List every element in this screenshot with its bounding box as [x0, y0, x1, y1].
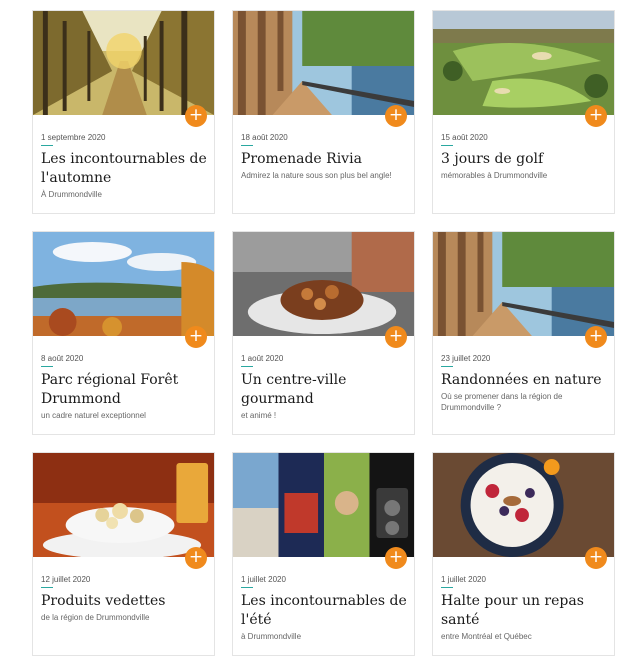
add-plus-icon[interactable]: +	[385, 547, 407, 569]
add-plus-icon[interactable]: +	[185, 105, 207, 127]
card-image-boardwalk[interactable]	[433, 232, 614, 336]
date-underline	[41, 587, 53, 588]
card-image-summer-collage[interactable]	[233, 453, 414, 557]
card-subtitle: Où se promener dans la région de Drummon…	[441, 392, 563, 412]
article-card[interactable]: + 8 août 2020 Parc régional Forêt Drummo…	[32, 231, 215, 435]
date-underline	[41, 366, 53, 367]
card-image-lake-forest[interactable]	[33, 232, 214, 336]
date-underline	[241, 145, 253, 146]
card-title[interactable]: Les incontournables de l'été à Drummondv…	[241, 592, 408, 642]
add-plus-icon[interactable]: +	[585, 105, 607, 127]
article-card[interactable]: + 1 septembre 2020 Les incontournables d…	[32, 10, 215, 214]
card-title[interactable]: 3 jours de golf mémorables à Drummondvil…	[441, 150, 608, 181]
card-title[interactable]: Les incontournables de l'automne À Drumm…	[41, 150, 208, 200]
card-subtitle: de la région de Drummondville	[41, 613, 150, 622]
article-card[interactable]: + 1 juillet 2020 Halte pour un repas san…	[432, 452, 615, 656]
add-plus-icon[interactable]: +	[185, 326, 207, 348]
card-date: 1 août 2020	[241, 354, 284, 363]
card-subtitle: à Drummondville	[241, 632, 302, 641]
card-subtitle: À Drummondville	[41, 190, 102, 199]
date-underline	[441, 145, 453, 146]
card-image-poutine[interactable]	[233, 232, 414, 336]
add-plus-icon[interactable]: +	[185, 547, 207, 569]
article-card[interactable]: + 12 juillet 2020 Produits vedettes de l…	[32, 452, 215, 656]
card-subtitle: entre Montréal et Québec	[441, 632, 532, 641]
add-plus-icon[interactable]: +	[385, 105, 407, 127]
card-title[interactable]: Produits vedettes de la région de Drummo…	[41, 592, 208, 623]
card-subtitle: Admirez la nature sous son plus bel angl…	[241, 171, 392, 180]
date-underline	[241, 366, 253, 367]
date-underline	[441, 366, 453, 367]
card-subtitle: mémorables à Drummondville	[441, 171, 548, 180]
card-title[interactable]: Un centre-ville gourmand et animé !	[241, 371, 408, 421]
card-title[interactable]: Randonnées en nature Où se promener dans…	[441, 371, 608, 413]
card-image-golf[interactable]	[433, 11, 614, 115]
card-date: 15 août 2020	[441, 133, 488, 142]
date-underline	[41, 145, 53, 146]
card-date: 12 juillet 2020	[41, 575, 91, 584]
card-image-smoothie-bowl[interactable]	[433, 453, 614, 557]
card-title[interactable]: Parc régional Forêt Drummond un cadre na…	[41, 371, 208, 421]
date-underline	[441, 587, 453, 588]
card-image-boardwalk[interactable]	[233, 11, 414, 115]
add-plus-icon[interactable]: +	[585, 326, 607, 348]
add-plus-icon[interactable]: +	[385, 326, 407, 348]
card-title[interactable]: Halte pour un repas santé entre Montréal…	[441, 592, 608, 642]
add-plus-icon[interactable]: +	[585, 547, 607, 569]
card-image-autumn-path[interactable]	[33, 11, 214, 115]
article-card[interactable]: + 15 août 2020 3 jours de golf mémorable…	[432, 10, 615, 214]
article-card[interactable]: + 1 juillet 2020 Les incontournables de …	[232, 452, 415, 656]
article-grid: + 1 septembre 2020 Les incontournables d…	[0, 0, 640, 656]
card-date: 1 juillet 2020	[241, 575, 286, 584]
card-date: 23 juillet 2020	[441, 354, 491, 363]
card-image-cheese-curds[interactable]	[33, 453, 214, 557]
card-date: 18 août 2020	[241, 133, 288, 142]
card-date: 1 juillet 2020	[441, 575, 486, 584]
article-card[interactable]: + 18 août 2020 Promenade Rivia Admirez l…	[232, 10, 415, 214]
card-subtitle: et animé !	[241, 411, 277, 420]
article-card[interactable]: + 23 juillet 2020 Randonnées en nature O…	[432, 231, 615, 435]
date-underline	[241, 587, 253, 588]
card-date: 8 août 2020	[41, 354, 84, 363]
card-title[interactable]: Promenade Rivia Admirez la nature sous s…	[241, 150, 408, 181]
card-date: 1 septembre 2020	[41, 133, 106, 142]
card-subtitle: un cadre naturel exceptionnel	[41, 411, 146, 420]
article-card[interactable]: + 1 août 2020 Un centre-ville gourmand e…	[232, 231, 415, 435]
